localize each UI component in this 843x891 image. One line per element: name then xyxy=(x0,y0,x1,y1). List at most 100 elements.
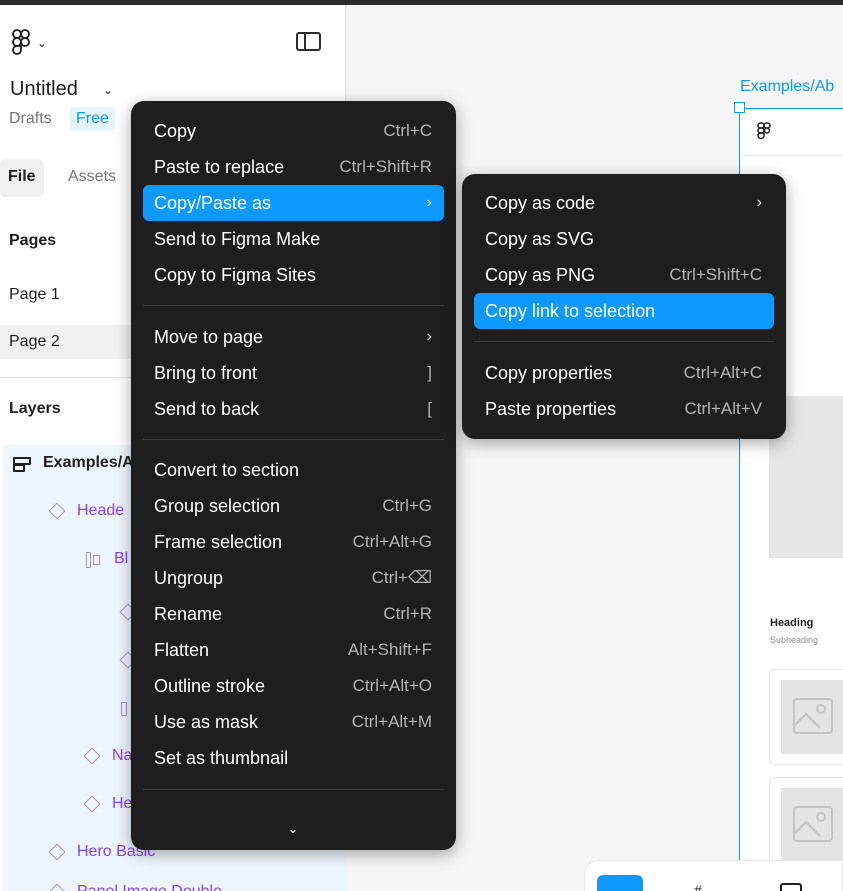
layer-label: Examples/A xyxy=(43,454,134,471)
menu-shortcut: [ xyxy=(427,399,432,418)
auto-layout-frame-icon xyxy=(13,456,31,472)
menu-item-label: Set as thumbnail xyxy=(154,747,289,768)
menu-item-move-to-page[interactable]: Move to page › xyxy=(143,319,444,355)
frame-tool-icon[interactable]: # xyxy=(694,882,702,891)
layers-heading: Layers xyxy=(9,400,61,417)
scroll-down-chevron-icon[interactable]: ⌄ xyxy=(286,821,300,836)
menu-shortcut: ] xyxy=(427,363,432,382)
layer-row[interactable] xyxy=(121,694,127,724)
component-instance-icon xyxy=(48,843,66,861)
layer-row[interactable]: Heade xyxy=(48,496,125,526)
menu-shortcut: Ctrl+R xyxy=(383,604,432,623)
layer-label: Heade xyxy=(77,502,125,519)
menu-item-label: Copy/Paste as xyxy=(154,192,272,213)
menu-item-outline-stroke[interactable]: Outline stroke Ctrl+Alt+O xyxy=(143,668,444,704)
menu-item-label: Move to page xyxy=(154,326,264,347)
menu-item-label: Copy link to selection xyxy=(485,300,656,321)
menu-shortcut: Ctrl+Alt+G xyxy=(352,532,432,551)
menu-item-label: Outline stroke xyxy=(154,675,266,696)
submenu-chevron-icon: › xyxy=(426,194,432,211)
menu-separator xyxy=(143,789,444,790)
layer-label: Na xyxy=(112,747,133,764)
menu-item-copy-as-code[interactable]: Copy as code › xyxy=(474,185,774,221)
menu-item-label: Copy properties xyxy=(485,362,613,383)
menu-item-convert-to-section[interactable]: Convert to section xyxy=(143,452,444,488)
toggle-sidebar-icon[interactable] xyxy=(296,32,321,51)
pages-heading: Pages xyxy=(9,232,57,249)
layer-row[interactable]: He xyxy=(83,789,132,819)
menu-separator xyxy=(474,341,774,342)
component-instance-icon xyxy=(83,795,101,813)
layer-label: Bl xyxy=(114,550,129,567)
menu-item-label: Paste to replace xyxy=(154,156,285,177)
menu-item-label: Copy to Figma Sites xyxy=(154,264,317,285)
layer-row[interactable]: Na xyxy=(83,741,133,771)
frame-icon xyxy=(121,702,127,716)
menu-item-send-to-figma-make[interactable]: Send to Figma Make xyxy=(143,221,444,257)
tab-file[interactable]: File xyxy=(0,159,44,197)
copy-paste-as-submenu: Copy as code › Copy as SVG Copy as PNG C… xyxy=(462,174,786,439)
menu-shortcut: Ctrl+Alt+V xyxy=(684,399,762,418)
menu-item-label: Paste properties xyxy=(485,398,617,419)
menu-item-copy-properties[interactable]: Copy properties Ctrl+Alt+C xyxy=(474,355,774,391)
menu-item-label: Flatten xyxy=(154,639,210,660)
menu-item-label: Convert to section xyxy=(154,459,300,480)
menu-item-copy-link-to-selection[interactable]: Copy link to selection xyxy=(474,293,774,329)
layer-row[interactable]: Panel Image Double xyxy=(48,877,222,891)
menu-shortcut: Ctrl+⌫ xyxy=(371,568,432,587)
menu-item-label: Rename xyxy=(154,603,223,624)
drafts-link[interactable]: Drafts xyxy=(9,110,52,128)
submenu-chevron-icon: › xyxy=(756,194,762,211)
rectangle-tool-icon[interactable] xyxy=(780,883,802,891)
plan-badge[interactable]: Free xyxy=(70,107,115,131)
main-menu-chevron-icon[interactable]: ⌄ xyxy=(37,36,47,50)
menu-item-copy-to-figma-sites[interactable]: Copy to Figma Sites xyxy=(143,257,444,293)
context-menu: Copy Ctrl+C Paste to replace Ctrl+Shift+… xyxy=(131,101,456,850)
menu-item-bring-to-front[interactable]: Bring to front ] xyxy=(143,355,444,391)
selection-handle[interactable] xyxy=(734,102,745,113)
image-icon xyxy=(793,698,833,734)
menu-item-ungroup[interactable]: Ungroup Ctrl+⌫ xyxy=(143,560,444,596)
menu-item-label: Ungroup xyxy=(154,567,224,588)
menu-item-copy-paste-as[interactable]: Copy/Paste as › xyxy=(143,185,444,221)
menu-item-copy-as-svg[interactable]: Copy as SVG xyxy=(474,221,774,257)
menu-item-label: Copy as code xyxy=(485,192,596,213)
menu-shortcut: Ctrl+Alt+C xyxy=(683,363,762,382)
card-subheading: Subheading xyxy=(770,635,819,645)
menu-item-label: Bring to front xyxy=(154,362,258,383)
image-placeholder xyxy=(781,680,843,754)
file-title[interactable]: Untitled xyxy=(10,78,78,101)
menu-shortcut: Ctrl+C xyxy=(383,121,432,140)
figma-logo-icon[interactable] xyxy=(11,29,33,57)
menu-shortcut: Alt+Shift+F xyxy=(347,640,432,659)
menu-item-rename[interactable]: Rename Ctrl+R xyxy=(143,596,444,632)
menu-item-use-as-mask[interactable]: Use as mask Ctrl+Alt+M xyxy=(143,704,444,740)
menu-item-label: Send to Figma Make xyxy=(154,228,321,249)
frame-name-label[interactable]: Examples/Ab xyxy=(740,78,834,96)
menu-item-copy[interactable]: Copy Ctrl+C xyxy=(143,113,444,149)
menu-item-paste-to-replace[interactable]: Paste to replace Ctrl+Shift+R xyxy=(143,149,444,185)
menu-item-copy-as-png[interactable]: Copy as PNG Ctrl+Shift+C xyxy=(474,257,774,293)
menu-shortcut: Ctrl+G xyxy=(382,496,432,515)
menu-item-label: Copy xyxy=(154,120,197,141)
move-tool-button[interactable] xyxy=(597,875,643,891)
menu-item-group-selection[interactable]: Group selection Ctrl+G xyxy=(143,488,444,524)
card-heading: Heading xyxy=(770,617,814,629)
image-placeholder xyxy=(781,788,843,862)
layer-row[interactable]: Examples/A xyxy=(13,448,134,478)
file-menu-chevron-icon[interactable]: ⌄ xyxy=(103,83,113,97)
menu-item-send-to-back[interactable]: Send to back [ xyxy=(143,391,444,427)
component-instance-icon xyxy=(48,502,66,520)
menu-item-frame-selection[interactable]: Frame selection Ctrl+Alt+G xyxy=(143,524,444,560)
menu-item-flatten[interactable]: Flatten Alt+Shift+F xyxy=(143,632,444,668)
menu-item-set-as-thumbnail[interactable]: Set as thumbnail xyxy=(143,740,444,776)
tab-assets[interactable]: Assets xyxy=(60,159,124,197)
menu-item-paste-properties[interactable]: Paste properties Ctrl+Alt+V xyxy=(474,391,774,427)
menu-separator xyxy=(143,305,444,306)
component-instance-icon xyxy=(48,883,66,891)
menu-shortcut: Ctrl+Alt+O xyxy=(352,676,432,695)
layer-row[interactable]: Bl xyxy=(86,544,128,574)
menu-separator xyxy=(143,439,444,440)
menu-item-label: Group selection xyxy=(154,495,281,516)
layer-label: Panel Image Double xyxy=(77,883,222,891)
